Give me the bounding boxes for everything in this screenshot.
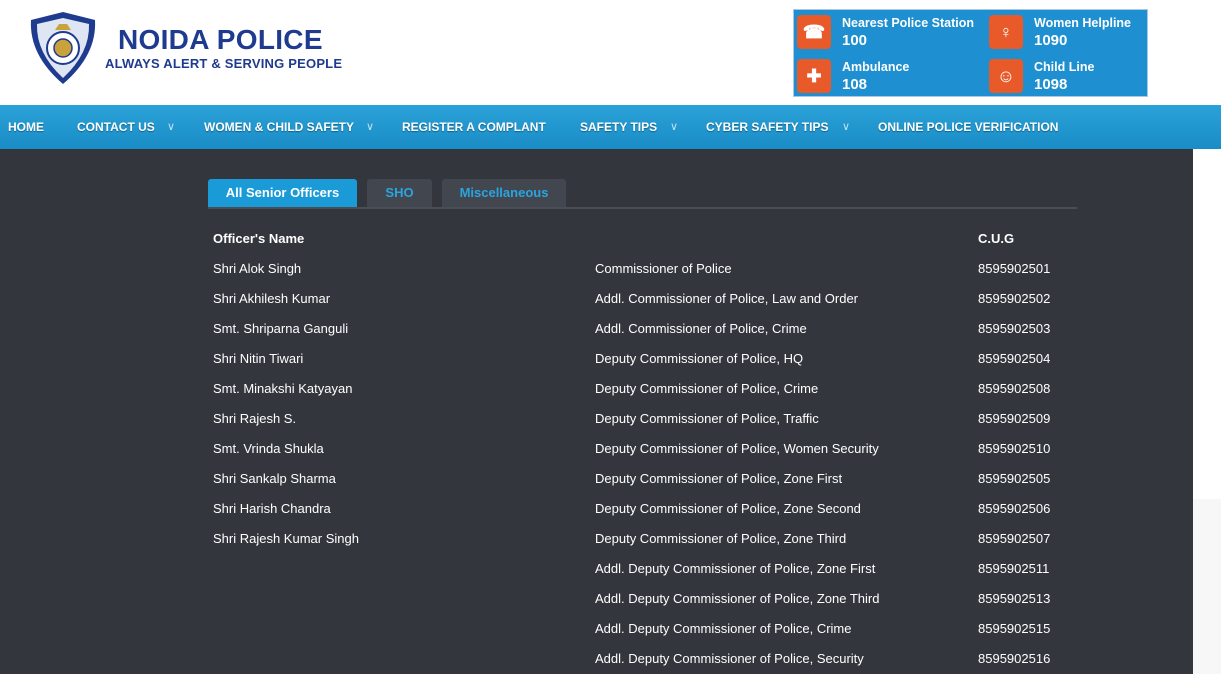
cug-cell: 8595902515 (978, 621, 1051, 636)
designation-cell: Deputy Commissioner of Police, Traffic (595, 411, 819, 426)
chevron-down-icon[interactable]: ∨ (670, 105, 678, 149)
cug-cell: 8595902513 (978, 591, 1051, 606)
designation-cell: Addl. Deputy Commissioner of Police, Zon… (595, 561, 876, 576)
table-row: Shri Nitin Tiwari Deputy Commissioner of … (208, 344, 1077, 374)
helpline-number: 1090 (1034, 32, 1068, 49)
cug-cell: 8595902510 (978, 441, 1051, 456)
woman-icon: ♀ (989, 15, 1023, 49)
table-row: Shri Rajesh Kumar Singh Deputy Commission… (208, 524, 1077, 554)
medical-cross-icon: ✚ (797, 59, 831, 93)
designation-cell: Deputy Commissioner of Police, Women Sec… (595, 441, 879, 456)
site-title[interactable]: NOIDA POLICE (118, 24, 323, 56)
cug-cell: 8595902511 (978, 561, 1050, 576)
table-row: Addl. Deputy Commissioner of Police, Sec… (208, 644, 1077, 674)
chevron-down-icon[interactable]: ∨ (167, 105, 175, 149)
tab-sho[interactable]: SHO (367, 179, 432, 207)
side-gutter (1193, 149, 1221, 499)
chevron-down-icon[interactable]: ∨ (842, 105, 850, 149)
helpline-label: Nearest Police Station (842, 16, 974, 30)
helpline-police[interactable]: ☎ Nearest Police Station 100 (794, 12, 974, 52)
table-row: Smt. Minakshi Katyayan Deputy Commissione… (208, 374, 1077, 404)
designation-cell: Addl. Deputy Commissioner of Police, Cri… (595, 621, 852, 636)
chevron-down-icon[interactable]: ∨ (366, 105, 374, 149)
helpline-women[interactable]: ♀ Women Helpline 1090 (986, 12, 1156, 52)
designation-cell: Deputy Commissioner of Police, Zone Firs… (595, 471, 843, 486)
site-header: NOIDA POLICE ALWAYS ALERT & SERVING PEOP… (0, 0, 1221, 105)
nav-register-complaint[interactable]: REGISTER A COMPLANT (402, 105, 546, 149)
officer-name-cell: Smt. Minakshi Katyayan (213, 381, 353, 396)
officer-name-cell: Smt. Vrinda Shukla (213, 441, 324, 456)
officer-name-cell: Smt. Shriparna Ganguli (213, 321, 349, 336)
officer-name-cell: Shri Sankalp Sharma (213, 471, 336, 486)
cug-cell: 8595902502 (978, 291, 1051, 306)
tabs-divider (208, 207, 1077, 209)
designation-cell: Deputy Commissioner of Police, Zone Seco… (595, 501, 861, 516)
tab-all-senior-officers[interactable]: All Senior Officers (208, 179, 357, 207)
officer-name-cell: Shri Harish Chandra (213, 501, 331, 516)
police-emblem-icon[interactable] (25, 10, 101, 86)
nav-women-child-safety[interactable]: WOMEN & CHILD SAFETY (204, 105, 354, 149)
nav-safety-tips[interactable]: SAFETY TIPS (580, 105, 657, 149)
child-icon: ☺ (989, 59, 1023, 93)
table-row: Smt. Vrinda Shukla Deputy Commissioner of… (208, 434, 1077, 464)
nav-cyber-safety-tips[interactable]: CYBER SAFETY TIPS (706, 105, 828, 149)
designation-cell: Commissioner of Police (595, 261, 732, 276)
table-row: Shri Akhilesh Kumar Addl. Commissioner of… (208, 284, 1077, 314)
phone-icon: ☎ (797, 15, 831, 49)
officer-name-cell: Shri Alok Singh (213, 261, 302, 276)
nav-online-police-verification[interactable]: ONLINE POLICE VERIFICATION (878, 105, 1058, 149)
column-header-cug: C.U.G (978, 231, 1015, 246)
table-row: Addl. Deputy Commissioner of Police, Zon… (208, 584, 1077, 614)
officer-name-cell: Shri Nitin Tiwari (213, 351, 304, 366)
helpline-ambulance[interactable]: ✚ Ambulance 108 (794, 56, 964, 96)
side-gutter (1193, 499, 1221, 674)
designation-cell: Addl. Commissioner of Police, Crime (595, 321, 807, 336)
designation-cell: Addl. Deputy Commissioner of Police, Sec… (595, 651, 864, 666)
cug-cell: 8595902508 (978, 381, 1051, 396)
helpline-number: 1098 (1034, 76, 1068, 93)
table-row: Smt. Shriparna Ganguli Addl. Commissioner… (208, 314, 1077, 344)
cug-cell: 8595902516 (978, 651, 1051, 666)
table-row: Shri Alok Singh Commissioner of Police 859… (208, 254, 1077, 284)
cug-cell: 8595902501 (978, 261, 1051, 276)
officer-name-cell: Shri Rajesh Kumar Singh (213, 531, 359, 546)
table-row: Shri Rajesh S. Deputy Commissioner of Pol… (208, 404, 1077, 434)
cug-cell: 8595902506 (978, 501, 1051, 516)
cug-cell: 8595902509 (978, 411, 1051, 426)
table-row: Shri Sankalp Sharma Deputy Commissioner o… (208, 464, 1077, 494)
table-row: Addl. Deputy Commissioner of Police, Zon… (208, 554, 1077, 584)
designation-cell: Deputy Commissioner of Police, Zone Thir… (595, 531, 847, 546)
designation-cell: Addl. Deputy Commissioner of Police, Zon… (595, 591, 880, 606)
helpline-label: Ambulance (842, 60, 910, 74)
helpline-label: Child Line (1034, 60, 1095, 74)
designation-cell: Deputy Commissioner of Police, Crime (595, 381, 819, 396)
table-row: Shri Harish Chandra Deputy Commissioner o… (208, 494, 1077, 524)
site-tagline: ALWAYS ALERT & SERVING PEOPLE (105, 56, 343, 71)
column-header-officer-name: Officer's Name (213, 231, 305, 246)
helpline-label: Women Helpline (1034, 16, 1132, 30)
officer-name-cell: Shri Rajesh S. (213, 411, 297, 426)
nav-home[interactable]: HOME (8, 105, 44, 149)
table-row: Addl. Deputy Commissioner of Police, Cri… (208, 614, 1077, 644)
tab-miscellaneous[interactable]: Miscellaneous (442, 179, 566, 207)
designation-cell: Addl. Commissioner of Police, Law and Or… (595, 291, 859, 306)
designation-cell: Deputy Commissioner of Police, HQ (595, 351, 804, 366)
cug-cell: 8595902503 (978, 321, 1051, 336)
cug-cell: 8595902505 (978, 471, 1051, 486)
nav-contact-us[interactable]: CONTACT US (77, 105, 155, 149)
helpline-childline[interactable]: ☺ Child Line 1098 (986, 56, 1156, 96)
cug-cell: 8595902504 (978, 351, 1051, 366)
helpline-number: 100 (842, 32, 868, 49)
officer-name-cell: Shri Akhilesh Kumar (213, 291, 331, 306)
cug-cell: 8595902507 (978, 531, 1051, 546)
helpline-number: 108 (842, 76, 868, 93)
main-nav: HOME CONTACT US ∨ WOMEN & CHILD SAFETY ∨… (0, 105, 1221, 149)
helpline-panel: ☎ Nearest Police Station 100 ♀ Women Hel… (793, 9, 1148, 97)
